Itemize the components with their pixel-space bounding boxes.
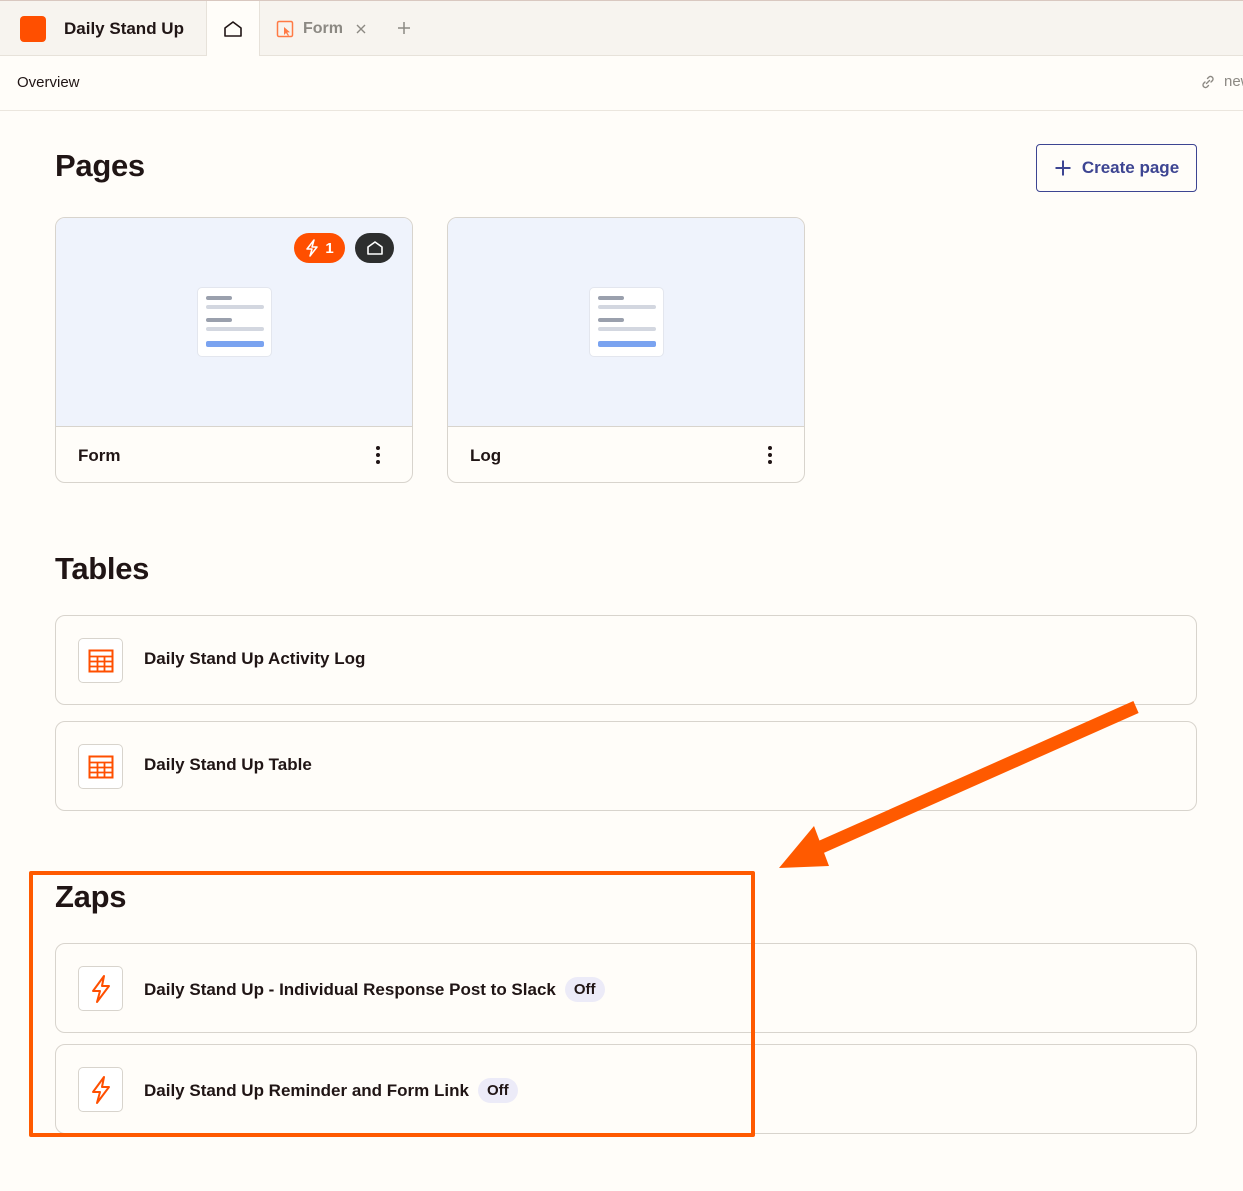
plus-icon <box>1055 160 1071 176</box>
page-thumbnail[interactable]: 1 <box>56 218 412 427</box>
zap-row-response-post[interactable]: Daily Stand Up - Individual Response Pos… <box>55 943 1197 1033</box>
page-preview-icon <box>589 287 664 357</box>
share-link-text: new <box>1224 73 1243 90</box>
zap-title: Daily Stand Up - Individual Response Pos… <box>144 977 605 1002</box>
create-page-button[interactable]: Create page <box>1036 144 1197 192</box>
status-badge: Off <box>477 1078 518 1103</box>
tab-home[interactable] <box>206 1 260 57</box>
lightning-icon <box>306 239 319 257</box>
table-name: Daily Stand Up Table <box>144 755 312 774</box>
zap-count: 1 <box>325 239 334 257</box>
share-link[interactable]: new <box>1200 73 1243 90</box>
sub-bar: Overview new <box>0 56 1243 111</box>
tab-bar: Daily Stand Up Form <box>0 0 1243 57</box>
page-card-form[interactable]: 1 Form <box>55 217 413 483</box>
table-icon <box>78 744 123 789</box>
app-logo <box>20 15 46 42</box>
breadcrumb-overview: Overview <box>17 74 80 91</box>
pages-heading: Pages <box>55 148 145 183</box>
more-options-icon[interactable] <box>760 444 780 466</box>
lightning-icon <box>78 1067 123 1112</box>
plus-icon <box>398 22 410 34</box>
tab-form-label: Form <box>303 19 343 37</box>
zap-row-reminder[interactable]: Daily Stand Up Reminder and Form Link Of… <box>55 1044 1197 1134</box>
page-thumbnail[interactable] <box>448 218 804 427</box>
new-tab-button[interactable] <box>392 16 416 40</box>
home-icon <box>366 241 383 255</box>
page-card-footer: Form <box>56 427 412 482</box>
more-options-icon[interactable] <box>368 444 388 466</box>
zap-name: Daily Stand Up Reminder and Form Link <box>144 1080 469 1100</box>
home-icon <box>224 21 242 37</box>
zap-name: Daily Stand Up - Individual Response Pos… <box>144 979 556 999</box>
page-card-log[interactable]: Log <box>447 217 805 483</box>
tab-form[interactable]: Form <box>260 1 380 56</box>
home-page-badge <box>355 233 394 263</box>
zap-title: Daily Stand Up Reminder and Form Link Of… <box>144 1078 518 1103</box>
status-badge: Off <box>564 977 605 1002</box>
page-card-footer: Log <box>448 427 804 482</box>
page-name: Log <box>470 446 502 465</box>
link-icon <box>1202 75 1214 88</box>
page-name: Form <box>78 446 121 465</box>
app-title: Daily Stand Up <box>64 18 184 38</box>
create-page-label: Create page <box>1081 158 1180 177</box>
table-row-stand-up-table[interactable]: Daily Stand Up Table <box>55 721 1197 811</box>
zaps-heading: Zaps <box>55 879 127 914</box>
table-row-activity-log[interactable]: Daily Stand Up Activity Log <box>55 615 1197 705</box>
tables-heading: Tables <box>55 551 150 586</box>
table-name: Daily Stand Up Activity Log <box>144 649 366 668</box>
lightning-icon <box>78 966 123 1011</box>
form-page-icon <box>276 20 294 37</box>
table-icon <box>78 638 123 683</box>
app-tab[interactable]: Daily Stand Up <box>0 1 206 56</box>
close-icon[interactable] <box>356 24 366 34</box>
zap-count-badge[interactable]: 1 <box>294 233 345 263</box>
page-preview-icon <box>197 287 272 357</box>
